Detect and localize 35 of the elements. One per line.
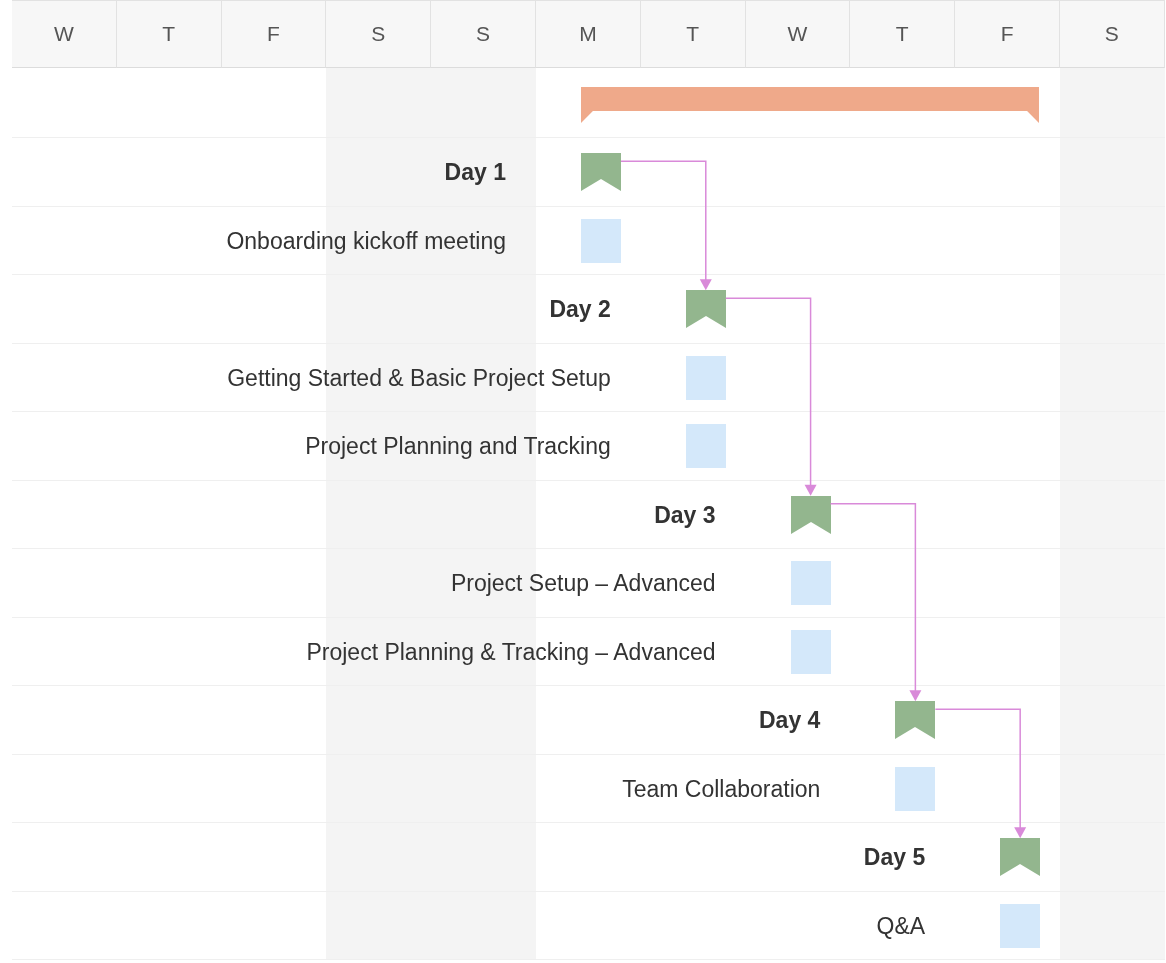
milestone-flag-icon (790, 495, 831, 534)
day-header: T (116, 0, 222, 68)
task-bar (790, 629, 831, 674)
task-bar (685, 355, 726, 400)
day-header: F (221, 0, 327, 68)
milestone-label: Day 4 (758, 706, 822, 735)
milestone-flag-icon (581, 153, 621, 192)
task-bar (895, 766, 936, 811)
milestone-flag-icon (685, 290, 726, 329)
task-bar (1000, 903, 1041, 948)
task-label: Team Collaboration (621, 774, 822, 804)
task-label: Project Planning and Tracking (304, 432, 612, 461)
task-label: Getting Started & Basic Project Setup (226, 363, 612, 393)
task-label: Project Planning & Tracking – Advanced (305, 637, 717, 667)
task-bar (581, 218, 621, 263)
day-header: M (536, 0, 641, 68)
milestone-label: Day 2 (548, 295, 612, 324)
milestone-label: Day 1 (443, 158, 507, 187)
day-header: S (431, 0, 536, 68)
task-label: Onboarding kickoff meeting (225, 226, 507, 256)
task-bar (685, 424, 726, 469)
day-header: W (12, 0, 117, 68)
day-header: S (1059, 0, 1165, 68)
milestone-flag-icon (895, 701, 936, 740)
day-header: W (745, 0, 851, 68)
day-header: S (326, 0, 432, 68)
milestone-flag-icon (1000, 838, 1041, 877)
day-header: T (640, 0, 746, 68)
task-label: Project Setup – Advanced (449, 569, 717, 598)
task-bar (790, 561, 831, 606)
day-header: T (850, 0, 956, 68)
day-header: F (955, 0, 1060, 68)
milestone-label: Day 3 (653, 500, 717, 530)
task-label: Q&A (875, 911, 927, 941)
milestone-label: Day 5 (862, 843, 927, 872)
